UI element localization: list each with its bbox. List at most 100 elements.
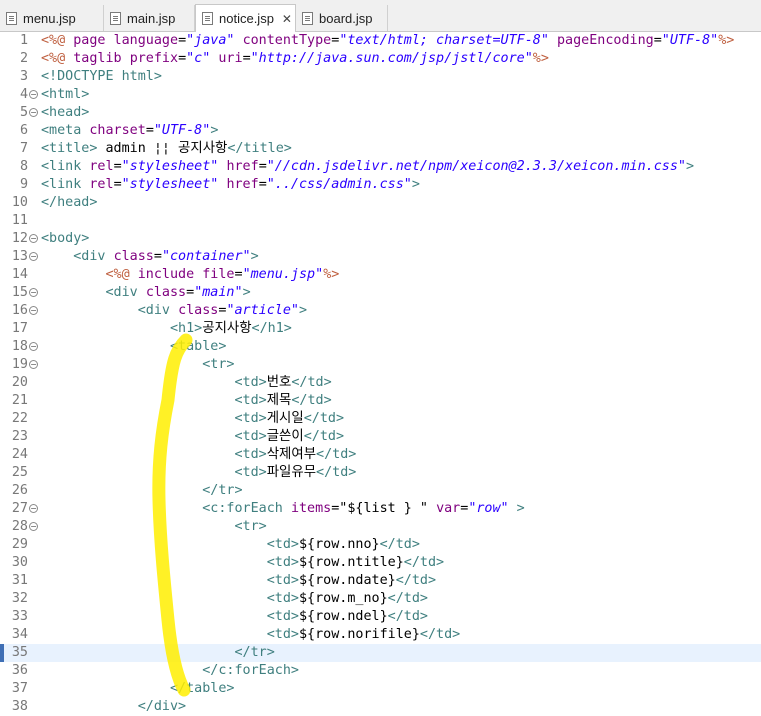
code-token: <td> [234,393,267,408]
code-token: "article" [226,303,299,318]
code-token: </h1> [251,321,292,336]
code-line[interactable]: 31 <td>${row.ndate}</td> [0,572,761,590]
code-line[interactable]: 22 <td>게시일</td> [0,410,761,428]
code-token: </td> [316,447,357,462]
code-line[interactable]: 2 <%@ taglib prefix="c" uri="http://java.… [0,50,761,68]
code-line[interactable]: 4− <html> [0,86,761,104]
code-token: 파일유무 [266,465,317,480]
tab-notice-jsp[interactable]: notice.jsp ✕ [195,4,296,32]
code-line[interactable]: 17 <h1>공지사항</h1> [0,320,761,338]
fold-toggle-icon[interactable]: − [29,504,38,513]
tab-menu-jsp[interactable]: menu.jsp [0,5,104,31]
code-line[interactable]: 16− <div class="article"> [0,302,761,320]
fold-toggle-icon[interactable]: − [29,306,38,315]
fold-toggle-icon[interactable]: − [29,234,38,243]
code-editor[interactable]: 1 <%@ page language="java" contentType="t… [0,32,761,714]
fold-toggle-icon[interactable]: − [29,288,38,297]
code-line[interactable]: 13− <div class="container"> [0,248,761,266]
code-line[interactable]: 3 <!DOCTYPE html> [0,68,761,86]
line-number: 18 [11,339,28,354]
code-line[interactable]: 14 <%@ include file="menu.jsp"%> [0,266,761,284]
code-line[interactable]: 6 <meta charset="UTF-8"> [0,122,761,140]
fold-toggle-icon[interactable]: − [29,522,38,531]
code-line[interactable]: 7 <title> admin ¦¦ 공지사항</title> [0,140,761,158]
code-line[interactable]: 37 </table> [0,680,761,698]
code-text: <div class="main"> [41,284,251,302]
close-tab-icon[interactable]: ✕ [282,12,292,26]
code-token: %> [532,51,549,66]
code-line[interactable]: 28− <tr> [0,518,761,536]
code-text: <%@ page language="java" contentType="te… [41,32,734,50]
line-number: 33 [11,609,28,624]
code-token: </td> [387,609,428,624]
code-line[interactable]: 36 </c:forEach> [0,662,761,680]
code-line[interactable]: 15− <div class="main"> [0,284,761,302]
code-line[interactable]: 18− <table> [0,338,761,356]
code-line[interactable]: 9 <link rel="stylesheet" href="../css/adm… [0,176,761,194]
code-line[interactable]: 8 <link rel="stylesheet" href="//cdn.jsde… [0,158,761,176]
code-token: rel [89,159,114,174]
code-token: <tr> [234,519,267,534]
code-token: ${row.m_no} [298,591,388,606]
code-line[interactable]: 20 <td>번호</td> [0,374,761,392]
code-line[interactable]: 19− <tr> [0,356,761,374]
code-line[interactable]: 11 [0,212,761,230]
code-line[interactable]: 25 <td>파일유무</td> [0,464,761,482]
code-token: "container" [161,249,251,264]
code-line[interactable]: 10 </head> [0,194,761,212]
line-number: 6 [19,123,28,138]
code-token: <td> [234,447,267,462]
line-number: 10 [11,195,28,210]
code-token: class [145,285,187,300]
code-line[interactable]: 35 </tr> [0,644,761,662]
line-number: 27 [11,501,28,516]
code-line[interactable]: 30 <td>${row.ntitle}</td> [0,554,761,572]
code-line[interactable]: 29 <td>${row.nno}</td> [0,536,761,554]
tab-main-jsp[interactable]: main.jsp [104,5,195,31]
code-line[interactable]: 38 </div> [0,698,761,716]
code-text: <td>${row.ndel}</td> [41,608,428,626]
code-token: ${row.ndate} [298,573,396,588]
code-line[interactable]: 33 <td>${row.ndel}</td> [0,608,761,626]
code-line[interactable]: 12− <body> [0,230,761,248]
fold-toggle-icon[interactable]: − [29,342,38,351]
code-line[interactable]: 1 <%@ page language="java" contentType="t… [0,32,761,50]
code-text: <td>번호</td> [41,374,331,392]
code-line[interactable]: 23 <td>글쓴이</td> [0,428,761,446]
line-number: 21 [11,393,28,408]
code-text: <tr> [41,356,234,374]
code-text: <div class="container"> [41,248,258,266]
jsp-file-icon [202,12,213,25]
code-text: </tr> [41,482,242,500]
code-text: </head> [41,194,97,212]
fold-toggle-icon[interactable]: − [29,90,38,99]
tab-board-jsp[interactable]: board.jsp [296,5,388,31]
fold-toggle-icon[interactable]: − [29,360,38,369]
code-token: 글쓴이 [266,429,304,444]
code-line[interactable]: 34 <td>${row.norifile}</td> [0,626,761,644]
fold-toggle-icon[interactable]: − [29,252,38,261]
code-line[interactable]: 21 <td>제목</td> [0,392,761,410]
code-line[interactable]: 24 <td>삭제여부</td> [0,446,761,464]
code-line[interactable]: 32 <td>${row.m_no}</td> [0,590,761,608]
code-token: uri [218,51,243,66]
fold-toggle-icon[interactable]: − [29,108,38,117]
code-token: = [653,33,662,48]
code-line[interactable]: 5− <head> [0,104,761,122]
code-token: "../css/admin.css" [266,177,412,192]
line-number: 3 [19,69,28,84]
line-number: 16 [11,303,28,318]
code-token: = [242,51,251,66]
line-number: 38 [11,699,28,714]
code-line[interactable]: 27− <c:forEach items="${list } " var="ro… [0,500,761,518]
code-line[interactable]: 26 </tr> [0,482,761,500]
code-text: </tr> [41,644,274,662]
